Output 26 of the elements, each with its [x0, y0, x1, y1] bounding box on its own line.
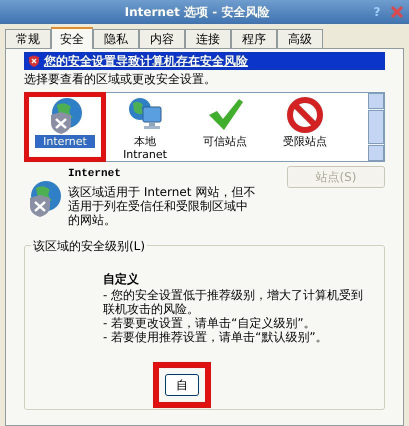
window-title: Internet 选项 - 安全风险: [124, 4, 270, 21]
level-description-line: - 若要使用推荐设置，请单击“默认级别”。: [103, 330, 329, 344]
tab[interactable]: 隐私: [93, 29, 139, 48]
level-description-line: - 若要更改设置，请单击“自定义级别”。: [103, 316, 317, 330]
zone-item[interactable]: 本地 Intranet: [105, 93, 185, 161]
tab[interactable]: 连接: [185, 29, 231, 48]
tab[interactable]: 常规: [5, 29, 51, 48]
tab[interactable]: 高级: [277, 29, 323, 48]
no-entry-icon: [285, 95, 325, 135]
shield-warning-icon: [28, 55, 40, 67]
zone-description: 该区域适用于 Internet 网站，但不适用于列在受信任和受限制区域中的网站。: [68, 184, 256, 226]
zone-name: Internet: [68, 167, 122, 182]
custom-level-button[interactable]: 自: [165, 374, 199, 396]
tab[interactable]: 程序: [231, 29, 277, 48]
zone-item[interactable]: Internet: [25, 93, 105, 161]
zone-item[interactable]: 可信站点: [185, 93, 265, 161]
level-name: 自定义: [103, 270, 140, 288]
tab[interactable]: 安全: [51, 27, 93, 49]
instruction-text: 选择要查看的区域或更改安全设置。: [24, 71, 217, 88]
zone-item[interactable]: 受限站点: [265, 93, 345, 161]
tab[interactable]: 内容: [139, 29, 185, 48]
close-icon[interactable]: [389, 4, 405, 20]
group-legend: 该区域的安全级别(L): [31, 236, 148, 254]
warning-text: 您的安全设置导致计算机存在安全风险: [44, 53, 248, 70]
scrollbar[interactable]: [368, 93, 384, 161]
level-description-line: - 您的安全设置低于推荐级别，增大了计算机受到联机攻击的风险。: [103, 288, 364, 316]
